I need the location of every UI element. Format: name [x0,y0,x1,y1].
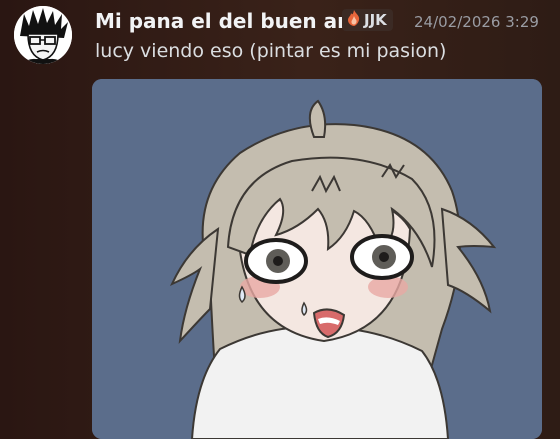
username[interactable]: Mi pana el del buen arte [95,8,370,34]
image-attachment[interactable] [92,79,542,439]
flame-icon [347,10,361,30]
message-timestamp[interactable]: 24/02/2026 3:29 [414,11,539,33]
user-avatar[interactable] [14,6,72,64]
clan-tag[interactable]: JJK [342,9,393,31]
message-content: lucy viendo eso (pintar es mi pasion) [95,40,447,62]
clan-tag-label: JJK [364,11,387,29]
avatar-drawing [14,6,72,64]
attachment-drawing [92,79,542,439]
chat-message: Mi pana el del buen arte JJK 24/02/2026 … [0,0,560,439]
